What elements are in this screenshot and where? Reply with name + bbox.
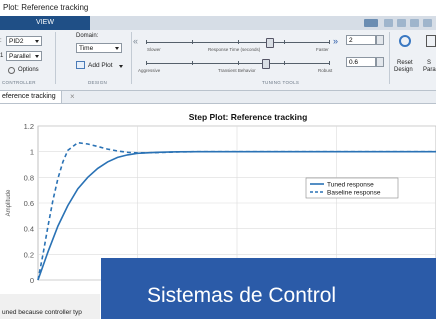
- y-axis-label: Amplitude: [6, 189, 12, 216]
- transient-input[interactable]: 0.6: [346, 57, 376, 67]
- slider-tick: [329, 61, 330, 65]
- reset-design-button[interactable]: Reset Design: [392, 33, 418, 75]
- ribbon-toolstrip: : PID2 1 Parallel Options CONTROLLER Dom…: [0, 30, 436, 91]
- options-button[interactable]: Options: [8, 66, 48, 76]
- design-section-label: DESIGN: [88, 80, 108, 85]
- save-label: S: [427, 60, 432, 66]
- slider-tick: [238, 40, 239, 44]
- controller-section-label: CONTROLLER: [2, 80, 36, 85]
- response-time-label: Response Time (seconds): [208, 47, 261, 52]
- ribbon-tab-strip: VIEW: [0, 16, 436, 30]
- aggressive-label: Aggressive: [138, 68, 161, 73]
- transient-behavior-label: Transient Behavior: [218, 68, 256, 73]
- y-tick-label: 0.8: [24, 173, 34, 182]
- chevron-down-icon: [35, 40, 39, 43]
- add-plot-label: Add Plot: [88, 62, 113, 69]
- gear-icon: [8, 67, 15, 74]
- divider: [389, 32, 390, 84]
- y-tick-label: 1: [30, 148, 34, 157]
- help-icon[interactable]: [423, 19, 432, 27]
- transient-value: 0.6: [349, 59, 359, 66]
- slider-tick: [284, 40, 285, 44]
- title-banner: Sistemas de Control: [101, 258, 436, 319]
- y-tick-label: 0.4: [24, 225, 34, 234]
- tab-reference-tracking[interactable]: eference tracking: [0, 91, 62, 103]
- form-label: 1: [0, 53, 4, 59]
- divider: [131, 32, 132, 84]
- controller-form-value: Parallel: [9, 53, 31, 60]
- quick-access-toolbar: [362, 17, 434, 29]
- divider: [55, 32, 56, 84]
- transient-spinner[interactable]: [376, 57, 384, 67]
- add-plot-icon: [76, 61, 85, 69]
- response-time-slider-thumb[interactable]: [266, 38, 274, 48]
- window-title: Plot: Reference tracking: [0, 0, 436, 16]
- slider-tick: [192, 40, 193, 44]
- slider-tick: [329, 40, 330, 44]
- chevron-down-icon: [35, 55, 39, 58]
- controller-type-value: PID2: [9, 38, 24, 45]
- add-plot-button[interactable]: Add Plot: [76, 60, 126, 72]
- legend-entry: Baseline response: [327, 190, 381, 197]
- y-tick-label: 0: [30, 276, 34, 285]
- reset-icon: [399, 35, 411, 47]
- tab-view[interactable]: VIEW: [0, 16, 90, 30]
- y-tick-label: 0.6: [24, 199, 34, 208]
- domain-select[interactable]: Time: [76, 43, 122, 53]
- faster-arrow-icon[interactable]: »: [333, 36, 338, 46]
- robust-label: Robust: [318, 68, 333, 73]
- status-bar: uned because controller typ: [0, 294, 100, 319]
- chevron-down-icon: [119, 65, 123, 68]
- chart-title: Step Plot: Reference tracking: [189, 112, 308, 122]
- options-label: Options: [18, 67, 39, 73]
- slower-label: Slower: [147, 47, 161, 52]
- slider-tick: [192, 61, 193, 65]
- tab-label: eference tracking: [2, 93, 56, 100]
- redo-icon[interactable]: [410, 19, 419, 27]
- save-icon[interactable]: [384, 19, 393, 27]
- layout-icon[interactable]: [364, 19, 378, 27]
- response-time-value: 2: [349, 37, 353, 44]
- save-parameters-button[interactable]: S Para: [422, 33, 436, 75]
- slider-tick: [146, 61, 147, 65]
- banner-text: Sistemas de Control: [147, 284, 337, 307]
- domain-label: Domain:: [76, 33, 99, 39]
- close-icon[interactable]: ×: [70, 91, 75, 103]
- controller-form-select[interactable]: Parallel: [6, 51, 42, 61]
- response-time-input[interactable]: 2: [346, 35, 376, 45]
- slider-tick: [146, 40, 147, 44]
- domain-value: Time: [79, 45, 94, 52]
- status-text: uned because controller typ: [2, 309, 82, 316]
- tuning-tools-section-label: TUNING TOOLS: [262, 80, 300, 85]
- document-tab-strip: eference tracking ×: [0, 91, 436, 104]
- slower-arrow-icon[interactable]: «: [133, 36, 138, 46]
- y-tick-label: 1.2: [24, 122, 34, 131]
- slider-tick: [238, 61, 239, 65]
- reset-label: Reset: [397, 60, 413, 66]
- transient-slider-thumb[interactable]: [262, 59, 270, 69]
- faster-label: Faster: [316, 47, 329, 52]
- legend-entry: Tuned response: [327, 182, 374, 189]
- response-time-spinner[interactable]: [376, 35, 384, 45]
- design-label: Design: [394, 67, 413, 73]
- parameters-label: Para: [423, 67, 436, 73]
- chevron-down-icon: [115, 47, 119, 50]
- slider-tick: [284, 61, 285, 65]
- type-label: :: [0, 38, 2, 44]
- controller-type-select[interactable]: PID2: [6, 36, 42, 46]
- y-tick-label: 0.2: [24, 250, 34, 259]
- parameters-icon: [426, 35, 436, 47]
- undo-icon[interactable]: [397, 19, 406, 27]
